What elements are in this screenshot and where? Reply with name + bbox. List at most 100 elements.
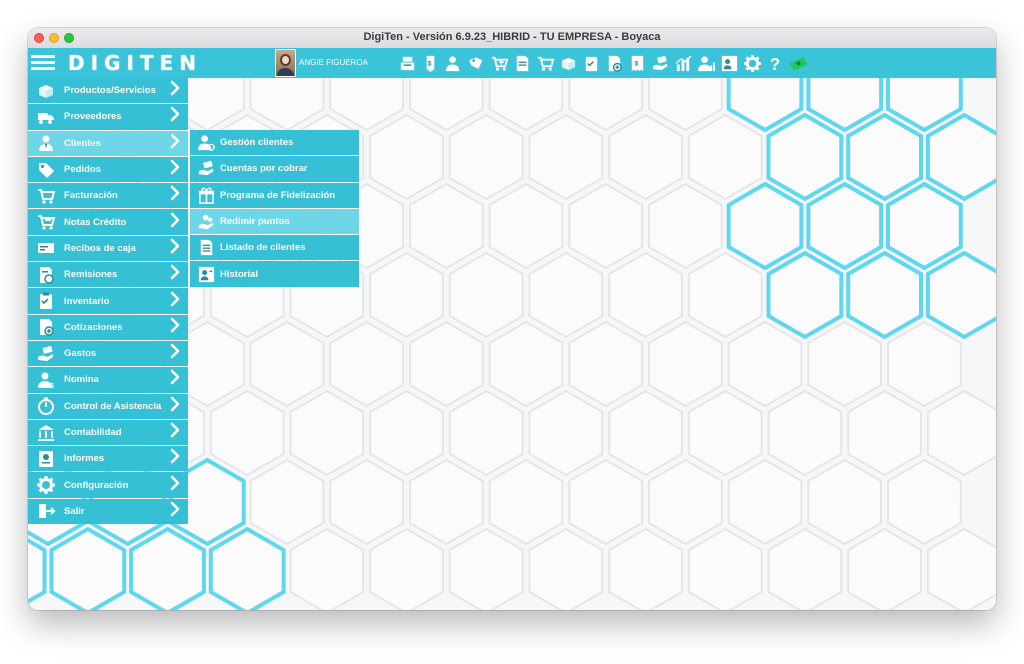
- history-icon: [195, 263, 217, 285]
- hexagon-shape: [926, 389, 996, 477]
- menu-item-label: Recibos de caja: [64, 242, 136, 254]
- hand-money-icon[interactable]: [649, 52, 671, 74]
- hexagon-shape: [806, 181, 884, 271]
- hexagon-shape: [568, 182, 644, 270]
- clipboard-icon: [34, 290, 58, 312]
- cart-add-icon[interactable]: [488, 52, 510, 74]
- hexagon-shape: [369, 389, 444, 477]
- menu-item-label: Gastos: [64, 348, 97, 360]
- submenu-item-programa-de-fidelizacion[interactable]: Programa de Fidelización: [190, 182, 359, 208]
- hexagon-shape: [49, 526, 127, 610]
- help-icon[interactable]: ?: [764, 52, 786, 74]
- menu-item-cotizaciones[interactable]: Cotizaciones: [28, 314, 188, 340]
- hexagon-shape: [925, 112, 996, 202]
- hexagon-shape: [369, 251, 444, 339]
- menu-item-recibos-de-caja[interactable]: Recibos de caja: [28, 235, 188, 262]
- window-title: DigiTen - Versión 6.9.23_HIBRID - TU EMP…: [363, 31, 661, 43]
- menu-item-label: Remisiones: [64, 269, 118, 281]
- chevron-right-icon: [167, 448, 188, 469]
- submenu-item-listado-de-clientes[interactable]: Listado de clientes: [190, 235, 359, 261]
- menu-item-productos-servicios[interactable]: Productos/Servicios: [28, 78, 188, 104]
- chevron-right-icon: [167, 80, 188, 101]
- bank-icon: [34, 422, 58, 444]
- menu-item-control-de-asistencia[interactable]: Control de Asistencia: [28, 393, 188, 419]
- menu-item-label: Inventario: [64, 295, 110, 307]
- chevron-right-icon: [167, 343, 188, 364]
- hexagon-shape: [448, 113, 524, 201]
- menu-item-nomina[interactable]: $ Nomina: [28, 367, 188, 393]
- menu-item-label: Proveedores: [64, 111, 122, 123]
- hexagon-shape: [766, 112, 844, 202]
- receipt-icon[interactable]: $: [626, 52, 648, 74]
- menu-item-proveedores[interactable]: Proveedores: [28, 104, 188, 130]
- menu-item-pedidos[interactable]: Pedidos: [28, 156, 188, 183]
- submenu-item-historial[interactable]: Historial: [190, 261, 359, 287]
- hexagon-shape: [369, 527, 444, 610]
- submenu-item-redimir-puntos[interactable]: Redimir puntos: [190, 208, 359, 235]
- menu-item-notas-credito[interactable]: Notas Crédito: [28, 209, 188, 235]
- submenu-item-label: Historial: [220, 268, 259, 280]
- hexagon-shape: [568, 320, 644, 408]
- menu-item-salir[interactable]: Salir: [28, 498, 188, 525]
- menu-item-label: Clientes: [64, 137, 101, 149]
- toolbar-shortcuts: $ $ $?: [396, 52, 809, 74]
- hamburger-menu-icon[interactable]: [31, 53, 55, 73]
- menu-item-facturacion[interactable]: Facturación: [28, 183, 188, 209]
- hexagon-shape: [847, 389, 922, 477]
- menu-item-label: Notas Crédito: [64, 216, 127, 228]
- hexagon-shape: [568, 458, 644, 546]
- hexagon-shape: [289, 389, 365, 477]
- hexagon-shape: [807, 458, 883, 546]
- submenu-item-cuentas-por-cobrar[interactable]: Cuentas por cobrar: [190, 156, 359, 182]
- truck-icon: [34, 106, 58, 128]
- user-avatar[interactable]: [275, 49, 296, 77]
- box-icon[interactable]: [557, 52, 579, 74]
- hexagon-shape: [727, 458, 803, 546]
- chevron-right-icon: [167, 212, 188, 233]
- menu-item-label: Pedidos: [64, 164, 101, 176]
- menu-item-informes[interactable]: Informes: [28, 446, 188, 472]
- chevron-right-icon: [167, 396, 188, 417]
- hand-coins-icon: [195, 211, 217, 233]
- main-menu: Productos/Servicios Proveedores Clientes Pe…: [28, 78, 188, 525]
- id-card-icon[interactable]: [718, 52, 740, 74]
- user-chart-icon[interactable]: [695, 52, 717, 74]
- cart-icon[interactable]: [534, 52, 556, 74]
- hand-money-icon: [34, 343, 58, 365]
- menu-item-configuracion[interactable]: Configuración: [28, 472, 188, 498]
- app-logo: DIGITEN: [68, 51, 202, 75]
- cart-minus-icon: [34, 211, 58, 233]
- hexagon-shape: [329, 458, 405, 546]
- user-tie-icon[interactable]: $: [442, 52, 464, 74]
- hexagon-shape: [726, 181, 804, 271]
- hexagon-shape: [766, 250, 844, 340]
- document-icon[interactable]: [511, 52, 533, 74]
- menu-item-inventario[interactable]: Inventario: [28, 288, 188, 314]
- hexagon-shape: [448, 527, 524, 610]
- hexagon-shape: [727, 320, 803, 408]
- menu-item-gastos[interactable]: Gastos: [28, 340, 188, 367]
- hexagon-shape: [687, 251, 763, 339]
- box-icon: [34, 80, 58, 102]
- box-tag-icon[interactable]: [465, 52, 487, 74]
- hexagon-shape: [608, 251, 683, 339]
- chevron-right-icon: [167, 133, 188, 154]
- hexagon-shape: [129, 526, 206, 610]
- hexagon-shape: [847, 527, 922, 610]
- menu-item-remisiones[interactable]: Remisiones: [28, 262, 188, 288]
- bar-chart-icon[interactable]: [672, 52, 694, 74]
- gear-icon[interactable]: [741, 52, 763, 74]
- hexagon-shape: [209, 389, 285, 477]
- document-plus-icon[interactable]: [603, 52, 625, 74]
- menu-item-contabilidad[interactable]: Contabilidad: [28, 419, 188, 446]
- tag-dollar-icon[interactable]: $: [419, 52, 441, 74]
- menu-item-clientes[interactable]: Clientes: [28, 130, 188, 156]
- cash-register-icon[interactable]: [396, 52, 418, 74]
- hexagon-shape: [528, 251, 604, 339]
- menu-item-label: Cotizaciones: [64, 321, 123, 333]
- hexagon-shape: [528, 113, 604, 201]
- submenu-item-gestion-clientes[interactable]: Gestión clientes: [190, 130, 359, 156]
- money-icon[interactable]: [787, 52, 809, 74]
- clipboard-check-icon[interactable]: [580, 52, 602, 74]
- hexagon-shape: [488, 182, 564, 270]
